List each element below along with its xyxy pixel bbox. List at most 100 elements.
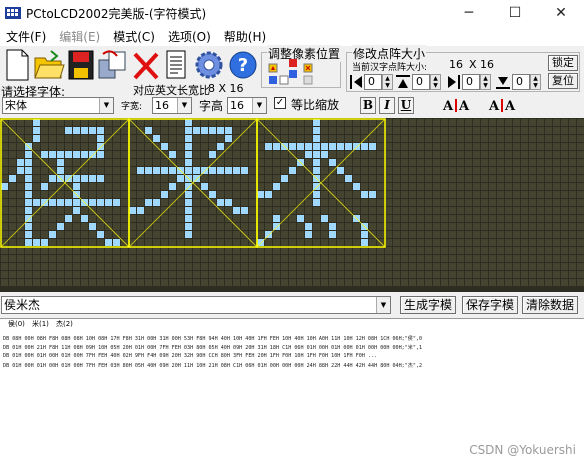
pixel-on[interactable] — [153, 199, 160, 206]
pixel-off[interactable] — [201, 175, 208, 182]
pixel-off[interactable] — [377, 183, 384, 190]
pixel-off[interactable] — [473, 191, 480, 198]
pixel-off[interactable] — [545, 183, 552, 190]
pixel-off[interactable] — [201, 143, 208, 150]
pixel-off[interactable] — [289, 239, 296, 246]
pixel-off[interactable] — [425, 159, 432, 166]
pixel-off[interactable] — [73, 215, 80, 222]
pixel-off[interactable] — [9, 239, 16, 246]
pixel-off[interactable] — [17, 239, 24, 246]
pixel-off[interactable] — [289, 159, 296, 166]
pixel-off[interactable] — [369, 223, 376, 230]
pixel-off[interactable] — [17, 279, 24, 286]
pixel-off[interactable] — [257, 175, 264, 182]
pixel-off[interactable] — [145, 191, 152, 198]
pixel-off[interactable] — [417, 247, 424, 254]
pixel-off[interactable] — [209, 263, 216, 270]
pixel-off[interactable] — [521, 215, 528, 222]
pixel-off[interactable] — [393, 207, 400, 214]
pixel-off[interactable] — [161, 199, 168, 206]
pixel-on[interactable] — [193, 127, 200, 134]
pixel-off[interactable] — [41, 223, 48, 230]
pixel-off[interactable] — [401, 191, 408, 198]
pixel-off[interactable] — [537, 119, 544, 126]
pixel-off[interactable] — [361, 199, 368, 206]
pixel-off[interactable] — [105, 255, 112, 262]
pixel-off[interactable] — [41, 135, 48, 142]
pixel-off[interactable] — [433, 167, 440, 174]
pixel-off[interactable] — [17, 151, 24, 158]
pixel-off[interactable] — [393, 263, 400, 270]
pixel-off[interactable] — [81, 231, 88, 238]
pixel-off[interactable] — [353, 239, 360, 246]
pixel-off[interactable] — [377, 207, 384, 214]
pixel-off[interactable] — [265, 223, 272, 230]
pixel-off[interactable] — [73, 279, 80, 286]
pixel-off[interactable] — [417, 231, 424, 238]
pixel-on[interactable] — [89, 199, 96, 206]
pixel-off[interactable] — [297, 199, 304, 206]
pixel-off[interactable] — [473, 255, 480, 262]
pixel-off[interactable] — [433, 215, 440, 222]
pixel-off[interactable] — [161, 223, 168, 230]
pixel-off[interactable] — [145, 263, 152, 270]
pixel-off[interactable] — [153, 255, 160, 262]
pixel-off[interactable] — [257, 215, 264, 222]
open-folder-icon[interactable] — [33, 48, 65, 82]
pixel-off[interactable] — [241, 223, 248, 230]
pixel-off[interactable] — [289, 183, 296, 190]
pixel-off[interactable] — [185, 239, 192, 246]
pixel-off[interactable] — [465, 223, 472, 230]
pixel-off[interactable] — [225, 247, 232, 254]
pixel-off[interactable] — [577, 143, 584, 150]
pixel-off[interactable] — [537, 255, 544, 262]
pixel-off[interactable] — [193, 247, 200, 254]
pixel-off[interactable] — [209, 279, 216, 286]
pixel-off[interactable] — [393, 215, 400, 222]
pixel-off[interactable] — [57, 215, 64, 222]
copy-icon[interactable] — [97, 48, 127, 82]
pixel-off[interactable] — [425, 151, 432, 158]
pixel-off[interactable] — [57, 143, 64, 150]
pixel-off[interactable] — [305, 239, 312, 246]
pixel-off[interactable] — [225, 239, 232, 246]
pixel-off[interactable] — [321, 159, 328, 166]
pixel-off[interactable] — [193, 151, 200, 158]
pixel-off[interactable] — [577, 207, 584, 214]
pixel-off[interactable] — [537, 135, 544, 142]
pixel-off[interactable] — [177, 207, 184, 214]
pixel-off[interactable] — [577, 255, 584, 262]
pixel-off[interactable] — [257, 159, 264, 166]
pixel-off[interactable] — [409, 175, 416, 182]
pixel-off[interactable] — [201, 255, 208, 262]
pixel-off[interactable] — [377, 175, 384, 182]
pixel-off[interactable] — [129, 127, 136, 134]
pixel-off[interactable] — [321, 255, 328, 262]
pixel-off[interactable] — [529, 119, 536, 126]
pixel-off[interactable] — [169, 215, 176, 222]
pixel-off[interactable] — [113, 143, 120, 150]
pixel-off[interactable] — [457, 271, 464, 278]
pixel-on[interactable] — [73, 183, 80, 190]
pixel-off[interactable] — [377, 263, 384, 270]
pixel-off[interactable] — [513, 239, 520, 246]
pixel-off[interactable] — [409, 279, 416, 286]
pixel-on[interactable] — [73, 175, 80, 182]
pixel-off[interactable] — [9, 191, 16, 198]
pixel-off[interactable] — [233, 191, 240, 198]
pixel-off[interactable] — [161, 279, 168, 286]
pixel-off[interactable] — [137, 279, 144, 286]
pixel-off[interactable] — [193, 191, 200, 198]
pixel-off[interactable] — [89, 119, 96, 126]
pixel-off[interactable] — [233, 263, 240, 270]
pixel-off[interactable] — [449, 119, 456, 126]
pixel-off[interactable] — [249, 151, 256, 158]
pixel-off[interactable] — [257, 199, 264, 206]
pixel-off[interactable] — [449, 143, 456, 150]
pixel-off[interactable] — [497, 223, 504, 230]
pixel-off[interactable] — [153, 191, 160, 198]
pixel-off[interactable] — [569, 175, 576, 182]
spin-down-arrows[interactable]: ▲ ▼ — [530, 74, 541, 90]
pixel-off[interactable] — [9, 223, 16, 230]
char-height-select[interactable]: 16 ▼ — [227, 97, 267, 114]
